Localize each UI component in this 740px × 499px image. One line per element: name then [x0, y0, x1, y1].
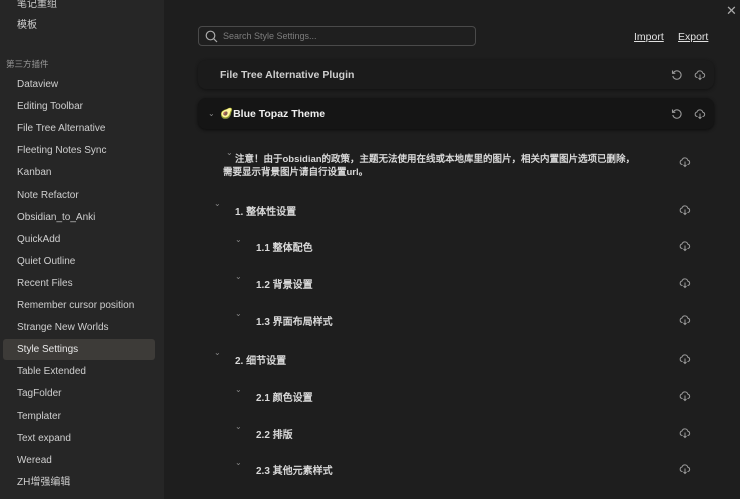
section-title: File Tree Alternative Plugin [220, 69, 355, 81]
sidebar: 笔记重组 模板第三方插件 Dataview Editing Toolbar File T… [0, 0, 164, 499]
setting-group-heading[interactable]: 2. 细节设置 [235, 352, 286, 367]
setting-group-heading[interactable]: 2.2 排版 [256, 426, 293, 441]
export-cloud-icon[interactable] [679, 239, 691, 252]
notice-line: 注意！由于obsidian的政策，主题无法使用在线或本地库里的图片，相关内置图片… [235, 154, 636, 165]
search-input[interactable] [223, 29, 468, 43]
chevron-icon[interactable]: ⌄ [226, 148, 233, 157]
export-cloud-icon[interactable] [694, 68, 706, 81]
notice-line: 需要显示背景图片请自行设置url。 [223, 167, 369, 178]
section-file-tree-alternative[interactable]: File Tree Alternative Plugin [198, 60, 714, 89]
export-cloud-icon[interactable] [679, 389, 691, 402]
sidebar-item[interactable]: Recent Files [3, 273, 155, 294]
setting-group-heading[interactable]: 1.1 整体配色 [256, 239, 313, 254]
export-cloud-icon[interactable] [679, 426, 691, 439]
export-cloud-icon[interactable] [679, 276, 691, 289]
sidebar-item[interactable]: 笔记重组 [3, 0, 155, 15]
sidebar-item[interactable]: Kanban [3, 162, 155, 183]
import-link[interactable]: Import [634, 31, 664, 43]
sidebar-item[interactable]: Dataview [3, 74, 155, 95]
sidebar-item[interactable]: Weread [3, 450, 155, 471]
chevron-icon[interactable]: ⌄ [214, 348, 221, 357]
export-cloud-icon[interactable] [694, 107, 706, 120]
sidebar-item[interactable]: ZH增强编辑 [3, 472, 155, 493]
search-box[interactable] [198, 26, 476, 46]
sidebar-section-header: 第三方插件 [6, 59, 49, 69]
search-icon [205, 30, 218, 43]
export-cloud-icon[interactable] [679, 462, 691, 475]
export-cloud-icon[interactable] [679, 155, 691, 168]
chevron-icon[interactable]: ⌄ [235, 385, 242, 394]
export-cloud-icon[interactable] [679, 203, 691, 216]
sidebar-item[interactable]: Editing Toolbar [3, 96, 155, 117]
sidebar-item[interactable]: QuickAdd [3, 229, 155, 250]
sidebar-item[interactable]: Note Refactor [3, 185, 155, 206]
reset-icon[interactable] [671, 107, 683, 119]
sidebar-item[interactable]: Remember cursor position [3, 295, 155, 316]
chevron-icon[interactable]: ⌄ [214, 199, 221, 208]
sidebar-item[interactable]: Templater [3, 406, 155, 427]
sidebar-item[interactable]: File Tree Alternative [3, 118, 155, 139]
export-cloud-icon[interactable] [679, 352, 691, 365]
export-link[interactable]: Export [678, 31, 708, 43]
chevron-icon[interactable]: ⌄ [235, 235, 242, 244]
sidebar-item[interactable]: Table Extended [3, 361, 155, 382]
sidebar-item[interactable]: Quiet Outline [3, 251, 155, 272]
export-cloud-icon[interactable] [679, 313, 691, 326]
chevron-icon[interactable]: ⌄ [235, 422, 242, 431]
section-title: 🥑Blue Topaz Theme [220, 108, 326, 120]
sidebar-item[interactable]: Fleeting Notes Sync [3, 140, 155, 161]
sidebar-item[interactable]: TagFolder [3, 383, 155, 404]
chevron-icon[interactable]: ⌄ [235, 309, 242, 318]
setting-group-heading[interactable]: 2.1 颜色设置 [256, 389, 313, 404]
chevron-down-icon[interactable]: ⌄ [208, 109, 215, 118]
chevron-icon[interactable]: ⌄ [235, 272, 242, 281]
sidebar-item[interactable]: Text expand [3, 428, 155, 449]
style-settings-panel: ✕ Import Export File Tree Alternative Pl… [164, 0, 740, 499]
close-icon[interactable]: ✕ [726, 3, 738, 19]
sidebar-item[interactable]: Strange New Worlds [3, 317, 155, 338]
setting-group-heading[interactable]: 1. 整体性设置 [235, 203, 296, 218]
sidebar-item[interactable]: Style Settings [3, 339, 155, 361]
sidebar-item[interactable]: Obsidian_to_Anki [3, 207, 155, 228]
sidebar-item[interactable]: 模板 [3, 15, 155, 36]
setting-group-heading[interactable]: 1.3 界面布局样式 [256, 313, 333, 328]
section-blue-topaz[interactable]: ⌄ 🥑Blue Topaz Theme [198, 98, 714, 129]
chevron-icon[interactable]: ⌄ [235, 458, 242, 467]
reset-icon[interactable] [671, 68, 683, 80]
setting-group-heading[interactable]: 2.3 其他元素样式 [256, 462, 333, 477]
setting-group-heading[interactable]: 1.2 背景设置 [256, 276, 313, 291]
